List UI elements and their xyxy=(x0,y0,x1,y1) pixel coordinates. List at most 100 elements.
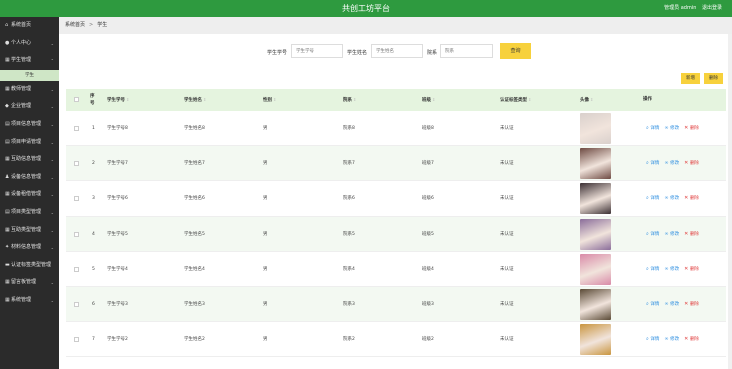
row-checkbox[interactable] xyxy=(74,126,79,131)
action-label: 删除 xyxy=(689,196,699,202)
scrollbar[interactable] xyxy=(728,34,732,369)
row-delete-button[interactable]: ✕ 删除 xyxy=(684,231,699,237)
sidebar-item-12[interactable]: ▦互助类型管理 ⌄ xyxy=(0,222,59,240)
chevron-down-icon: ⌄ xyxy=(50,245,54,251)
edit-button[interactable]: ∞ 修改 xyxy=(664,125,679,131)
col-dept[interactable]: 院系⇕ xyxy=(343,89,356,111)
row-actions: ⌕ 详情 ∞ 修改 ✕ 删除 xyxy=(646,217,704,252)
row-delete-button[interactable]: ✕ 删除 xyxy=(684,125,699,131)
sidebar-item-13[interactable]: ✦ 材料信息管理 ⌄ xyxy=(0,239,59,257)
sidebar-item-7[interactable]: ▤项目申请管理 ⌄ xyxy=(0,134,59,152)
sidebar-item-label: 互助信息管理 xyxy=(11,156,42,163)
detail-button[interactable]: ⌕ 详情 xyxy=(646,231,659,237)
row-checkbox[interactable] xyxy=(74,337,79,343)
dept-input[interactable] xyxy=(440,44,493,58)
chevron-down-icon: ⌄ xyxy=(50,121,54,127)
row-actions: ⌕ 详情 ∞ 修改 ✕ 删除 xyxy=(646,287,704,322)
edit-button[interactable]: ∞ 修改 xyxy=(664,336,679,342)
student-name-input[interactable] xyxy=(371,44,423,58)
sidebar-item-14[interactable]: ▬认证标签类型管理 xyxy=(0,257,59,275)
cell-dept: 院系2 xyxy=(343,337,355,343)
student-no-input[interactable] xyxy=(291,44,343,58)
col-gender[interactable]: 性别⇕ xyxy=(263,89,276,111)
row-checkbox[interactable] xyxy=(74,161,79,167)
table-header: 序号 学生学号⇕ 学生姓名⇕ 性别⇕ 院系⇕ 班级⇕ 认证标签类型⇕ 头像⇕ 操… xyxy=(66,89,726,111)
action-label: 修改 xyxy=(670,266,680,272)
cell-cert: 未认证 xyxy=(500,196,514,202)
chevron-down-icon: ⌄ xyxy=(50,297,54,303)
sidebar-item-11[interactable]: ▤项目类型管理 ⌄ xyxy=(0,204,59,222)
col-student-name[interactable]: 学生姓名⇕ xyxy=(184,89,206,111)
row-delete-button[interactable]: ✕ 删除 xyxy=(684,266,699,272)
sidebar-item-label: 项目申请管理 xyxy=(11,138,42,145)
sidebar-item-label: 认证标签类型管理 xyxy=(11,261,52,268)
query-button[interactable]: 查询 xyxy=(500,43,531,59)
sidebar-item-10[interactable]: ▦设备租借管理 ⌄ xyxy=(0,186,59,204)
sidebar-item-6[interactable]: ▤项目信息管理 ⌄ xyxy=(0,116,59,134)
cell-gender: 男 xyxy=(263,231,268,237)
action-label: 删除 xyxy=(689,266,699,272)
col-student-no[interactable]: 学生学号⇕ xyxy=(107,89,129,111)
col-avatar[interactable]: 头像⇕ xyxy=(580,89,593,111)
cell-student-no: 学生学号7 xyxy=(107,161,128,167)
cell-gender: 男 xyxy=(263,161,268,167)
sidebar-subitem-student[interactable]: 学生 xyxy=(0,69,59,81)
detail-button[interactable]: ⌕ 详情 xyxy=(646,336,659,342)
col-class[interactable]: 班级⇕ xyxy=(422,89,435,111)
avatar xyxy=(580,183,611,215)
detail-button[interactable]: ⌕ 详情 xyxy=(646,160,659,166)
detail-button[interactable]: ⌕ 详情 xyxy=(646,195,659,201)
sidebar-item-0[interactable]: ⌂ 系统首页 xyxy=(0,17,59,35)
row-actions: ⌕ 详情 ∞ 修改 ✕ 删除 xyxy=(646,322,704,357)
sidebar-item-5[interactable]: ◆ 企业管理 ⌄ xyxy=(0,98,59,116)
delete-button[interactable]: 删除 xyxy=(704,73,723,84)
chevron-down-icon: ⌄ xyxy=(50,86,54,92)
sidebar-item-label: 教师管理 xyxy=(11,85,32,92)
cell-gender: 男 xyxy=(263,126,268,131)
detail-button[interactable]: ⌕ 详情 xyxy=(646,125,659,131)
edit-button[interactable]: ∞ 修改 xyxy=(664,266,680,272)
dept-label: 院系 xyxy=(427,50,438,56)
add-button[interactable]: 新增 xyxy=(681,73,700,84)
sidebar-item-16[interactable]: ▦系统管理 ⌄ xyxy=(0,292,59,310)
cell-cert: 未认证 xyxy=(500,161,514,167)
row-checkbox[interactable] xyxy=(74,301,79,307)
chevron-down-icon: ⌄ xyxy=(50,40,54,46)
cell-cert: 未认证 xyxy=(500,126,514,131)
cell-dept: 院系8 xyxy=(343,126,355,131)
edit-button[interactable]: ∞ 修改 xyxy=(664,195,679,201)
sidebar-item-15[interactable]: ▦留言板管理 ⌄ xyxy=(0,274,59,292)
breadcrumb-home[interactable]: 系统首页 xyxy=(65,22,85,28)
table-row: 6 学生学号3 学生姓名3 男 院系3 班级3 未认证 ⌕ 详情 ∞ 修改 ✕ 删除 xyxy=(66,286,726,323)
edit-button[interactable]: ∞ 修改 xyxy=(664,301,679,307)
edit-button[interactable]: ∞ 修改 xyxy=(664,231,679,237)
sort-icon: ⇕ xyxy=(353,97,357,102)
cell-class: 班级4 xyxy=(422,266,434,272)
detail-button[interactable]: ⌕ 详情 xyxy=(646,301,659,307)
row-checkbox[interactable] xyxy=(74,196,79,202)
sidebar-item-9[interactable]: ♟ 设备信息管理 ⌄ xyxy=(0,169,59,187)
row-delete-button[interactable]: ✕ 删除 xyxy=(684,301,699,307)
search-panel: 学生学号 学生姓名 院系 查询 xyxy=(59,34,732,70)
sidebar-item-1[interactable]: ● 个人中心 ⌄ xyxy=(0,35,59,53)
sidebar-item-label: 材料信息管理 xyxy=(11,244,42,251)
sidebar-item-2[interactable]: ▦学生管理 ⌃ xyxy=(0,52,59,70)
cell-dept: 院系5 xyxy=(343,231,355,237)
col-cert[interactable]: 认证标签类型⇕ xyxy=(500,89,531,111)
cell-student-name: 学生姓名4 xyxy=(184,266,205,272)
sidebar-item-4[interactable]: ▦教师管理 ⌄ xyxy=(0,81,59,99)
sidebar-item-8[interactable]: ▦互助信息管理 ⌄ xyxy=(0,151,59,169)
select-all-checkbox[interactable] xyxy=(74,97,79,102)
edit-button[interactable]: ∞ 修改 xyxy=(664,160,679,166)
student-name-label: 学生姓名 xyxy=(347,50,368,56)
row-delete-button[interactable]: ✕ 删除 xyxy=(684,195,699,202)
sort-icon: ⇕ xyxy=(528,97,532,102)
row-checkbox[interactable] xyxy=(74,231,79,237)
detail-button[interactable]: ⌕ 详情 xyxy=(646,266,659,272)
table-row: 1 学生学号8 学生姓名8 男 院系8 班级8 未认证 ⌕ 详情 ∞ 修改 ✕ 删除 xyxy=(66,111,726,147)
logout-link[interactable]: 退出登录 xyxy=(702,5,722,11)
row-delete-button[interactable]: ✕ 删除 xyxy=(684,160,699,166)
cell-dept: 院系3 xyxy=(343,301,355,307)
row-delete-button[interactable]: ✕ 删除 xyxy=(684,336,699,342)
row-checkbox[interactable] xyxy=(74,266,79,272)
